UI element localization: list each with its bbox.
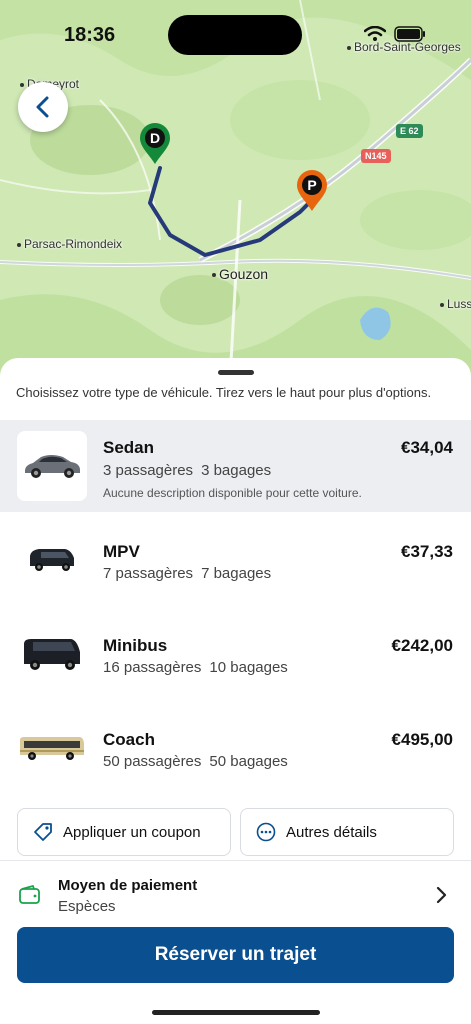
vehicle-thumbnail [17, 713, 87, 783]
mpv-van-icon [30, 549, 74, 571]
place-label: Gouzon [212, 266, 268, 282]
more-dots-icon [255, 821, 277, 843]
vehicle-option-coach[interactable]: Coach 50 passagères 50 bagages €495,00 [0, 713, 471, 807]
place-label: Parsac-Rimondeix [17, 237, 122, 251]
coach-bus-icon [20, 737, 84, 760]
vehicle-option-mpv[interactable]: MPV 7 passagères 7 bagages €37,33 [0, 525, 471, 619]
place-label: Bord-Saint-Georges [347, 40, 461, 54]
payment-title: Moyen de paiement [58, 877, 198, 894]
vehicle-price: €34,04 [401, 438, 453, 457]
vehicle-name: Minibus [103, 636, 168, 655]
place-label: Luss [440, 297, 471, 311]
vehicle-price: €242,00 [391, 636, 453, 655]
sedan-car-icon [25, 455, 80, 478]
road-shield: N145 [361, 149, 391, 163]
payment-method-row[interactable]: Moyen de paiement Espèces [0, 868, 471, 924]
vehicle-price: €495,00 [391, 730, 453, 749]
vehicle-price: €37,33 [401, 542, 453, 561]
payment-value: Espèces [58, 898, 116, 915]
origin-pin[interactable]: D [138, 121, 172, 170]
luggage-count: 10 bagages [209, 659, 288, 676]
vehicle-capacity: 7 passagères 7 bagages [103, 565, 271, 582]
dynamic-island [168, 15, 302, 55]
apply-coupon-button[interactable]: Appliquer un coupon [17, 808, 231, 856]
road-shield: E 62 [396, 124, 423, 138]
wallet-icon [18, 884, 42, 911]
vehicle-option-sedan[interactable]: Sedan 3 passagères 3 bagages Aucune descr… [0, 420, 471, 512]
passenger-count: 7 passagères [103, 565, 194, 582]
chevron-left-icon [36, 96, 49, 118]
vehicle-thumbnail [17, 431, 87, 501]
wifi-icon [364, 26, 386, 41]
luggage-count: 50 bagages [209, 753, 288, 770]
vehicle-thumbnail [17, 619, 87, 689]
vehicle-selection-sheet: Choisissez votre type de véhicule. Tirez… [0, 358, 471, 1024]
luggage-count: 3 bagages [201, 462, 272, 479]
passenger-count: 3 passagères [103, 462, 194, 479]
tag-icon [32, 821, 54, 843]
vehicle-option-minibus[interactable]: Minibus 16 passagères 10 bagages €242,00 [0, 619, 471, 713]
book-ride-button[interactable]: Réserver un trajet [17, 927, 454, 983]
status-time: 18:36 [64, 24, 116, 46]
map-view[interactable]: Bord-Saint-Georges Domeyrot Parsac-Rimon… [0, 0, 471, 380]
destination-pin[interactable]: P [295, 168, 329, 217]
sheet-instruction: Choisissez votre type de véhicule. Tirez… [16, 385, 432, 400]
home-indicator[interactable] [152, 1010, 320, 1015]
vehicle-name: MPV [103, 542, 140, 561]
divider [0, 860, 471, 861]
more-details-label: Autres détails [286, 823, 377, 841]
svg-text:D: D [150, 130, 160, 146]
vehicle-name: Coach [103, 730, 155, 749]
map-background [0, 0, 471, 380]
passenger-count: 50 passagères [103, 753, 202, 770]
vehicle-capacity: 50 passagères 50 bagages [103, 753, 288, 770]
vehicle-capacity: 3 passagères 3 bagages [103, 462, 271, 479]
back-button[interactable] [18, 82, 68, 132]
apply-coupon-label: Appliquer un coupon [63, 823, 201, 841]
svg-text:P: P [307, 177, 316, 193]
passenger-count: 16 passagères [103, 659, 202, 676]
more-details-button[interactable]: Autres détails [240, 808, 454, 856]
status-icons [364, 26, 426, 42]
vehicle-description: Aucune description disponible pour cette… [103, 486, 362, 500]
minibus-icon [24, 639, 80, 670]
battery-icon [394, 26, 425, 42]
vehicle-thumbnail [17, 525, 87, 595]
luggage-count: 7 bagages [201, 565, 272, 582]
sheet-grabber[interactable] [218, 370, 254, 375]
vehicle-name: Sedan [103, 438, 155, 457]
chevron-right-icon [435, 885, 447, 910]
vehicle-capacity: 16 passagères 10 bagages [103, 659, 288, 676]
